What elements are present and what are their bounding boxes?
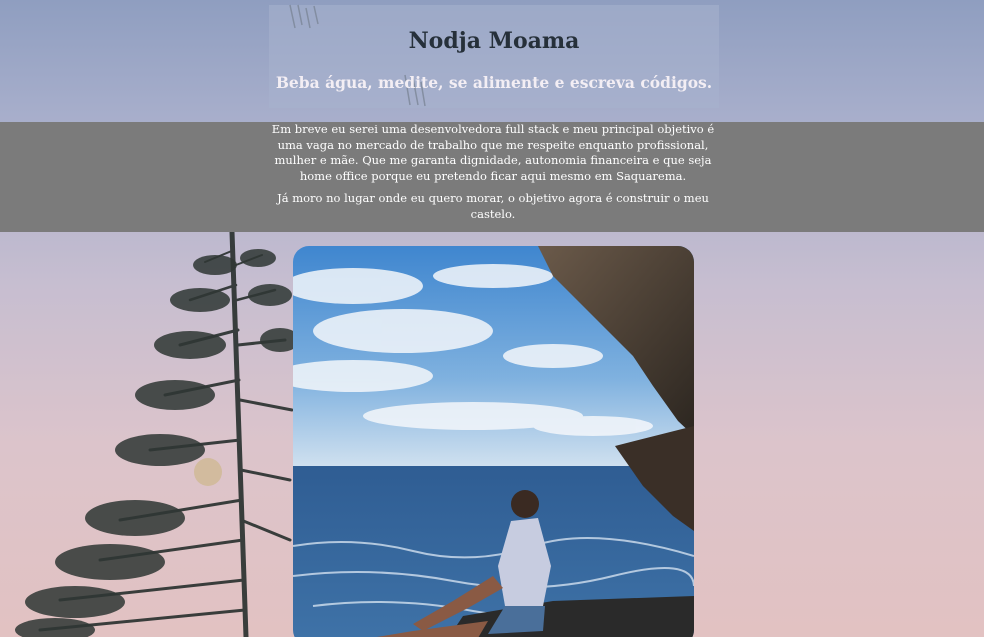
profile-photo: [293, 246, 694, 637]
page-tagline: Beba água, medite, se alimente e escreva…: [275, 73, 713, 92]
intro-section: Em breve eu serei uma desenvolvedora ful…: [0, 122, 984, 232]
page-title: Nodja Moama: [408, 28, 580, 54]
intro-text: Em breve eu serei uma desenvolvedora ful…: [263, 122, 723, 229]
intro-paragraph-2: Já moro no lugar onde eu quero morar, o …: [277, 191, 709, 221]
intro-paragraph-1: Em breve eu serei uma desenvolvedora ful…: [271, 122, 715, 183]
page-header: Nodja Moama Beba água, medite, se alimen…: [269, 5, 719, 108]
